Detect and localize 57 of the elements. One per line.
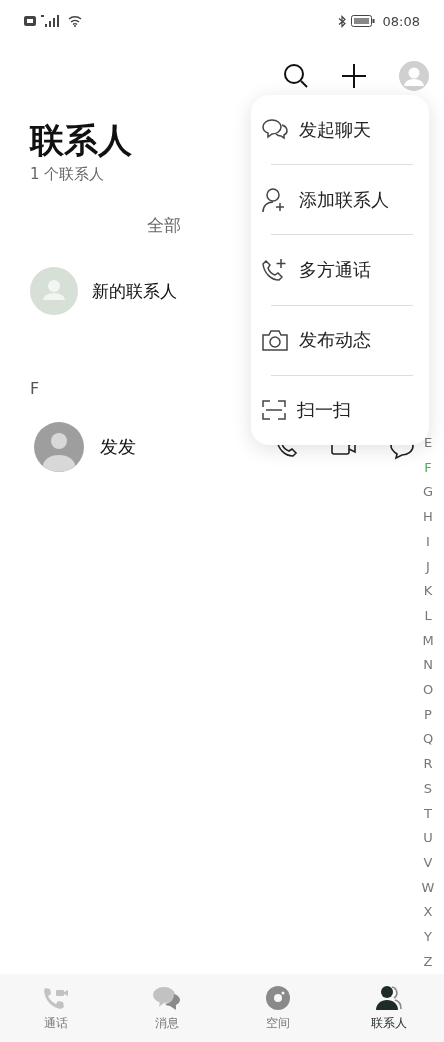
index-letter[interactable]: L (424, 603, 432, 629)
new-contact-label[interactable]: 新的联系人 (92, 279, 177, 303)
menu-item[interactable]: 扫一扫 (261, 375, 413, 445)
contact-count: 1 个联系人 (30, 165, 106, 184)
index-letter[interactable]: P (424, 702, 432, 728)
menu-label: 扫一扫 (297, 398, 351, 423)
index-letter[interactable]: T (424, 801, 432, 827)
section-letter: F (30, 379, 40, 398)
nav-tab[interactable]: 联系人 (333, 974, 444, 1042)
index-letter[interactable]: W (421, 875, 435, 901)
index-letter[interactable]: K (423, 579, 433, 604)
add-call-icon (261, 257, 289, 283)
menu-label: 多方通话 (299, 258, 371, 282)
menu-item[interactable]: 发布动态 (261, 305, 413, 375)
page-title: 联系人 (30, 120, 132, 160)
contacts-icon (374, 984, 403, 1011)
nav-tab[interactable]: 空间 (222, 974, 333, 1042)
status-time: 08:08 (382, 13, 420, 29)
index-letter[interactable]: X (423, 900, 433, 926)
menu-label: 添加联系人 (299, 187, 389, 212)
chat-bubbles-icon (151, 984, 182, 1011)
scan-icon (261, 398, 287, 423)
index-letter[interactable]: F (424, 455, 432, 481)
index-letter[interactable]: G (422, 480, 434, 506)
index-letter[interactable]: U (423, 826, 433, 851)
contact-name[interactable]: 发发 (100, 435, 136, 459)
index-letter[interactable]: M (422, 628, 434, 654)
search-icon[interactable] (283, 63, 309, 89)
nav-tab[interactable]: 消息 (111, 974, 222, 1042)
index-letter[interactable]: N (423, 653, 433, 679)
index-letter[interactable]: R (423, 752, 433, 777)
index-letter[interactable]: Q (422, 727, 434, 753)
battery-icon (350, 15, 375, 27)
index-letter[interactable]: J (426, 554, 430, 580)
wifi-icon (68, 15, 82, 27)
menu-item[interactable]: 多方通话 (261, 235, 413, 305)
menu-item[interactable]: 添加联系人 (261, 165, 413, 235)
camera-icon (261, 328, 289, 353)
index-letter[interactable]: I (426, 529, 430, 555)
menu-item[interactable]: 发起聊天 (261, 95, 413, 165)
menu-label: 发布动态 (299, 328, 371, 353)
nav-tab[interactable]: 通话 (0, 974, 111, 1042)
menu-label: 发起聊天 (299, 117, 371, 142)
index-letter[interactable]: V (423, 850, 433, 876)
index-letter[interactable]: Y (424, 925, 432, 950)
index-letter[interactable]: Z (423, 949, 433, 975)
new-contact-avatar (30, 267, 78, 315)
index-letter[interactable]: H (423, 505, 433, 530)
disc-icon (264, 984, 291, 1011)
chat-icon (261, 117, 289, 142)
group-filter[interactable]: 全部 (147, 215, 181, 235)
contact-avatar (34, 422, 84, 472)
index-letter[interactable]: O (422, 678, 434, 703)
hd-icon (24, 16, 36, 26)
index-letter[interactable]: S (423, 776, 433, 802)
add-icon[interactable] (341, 63, 367, 89)
bluetooth-icon (337, 14, 346, 28)
